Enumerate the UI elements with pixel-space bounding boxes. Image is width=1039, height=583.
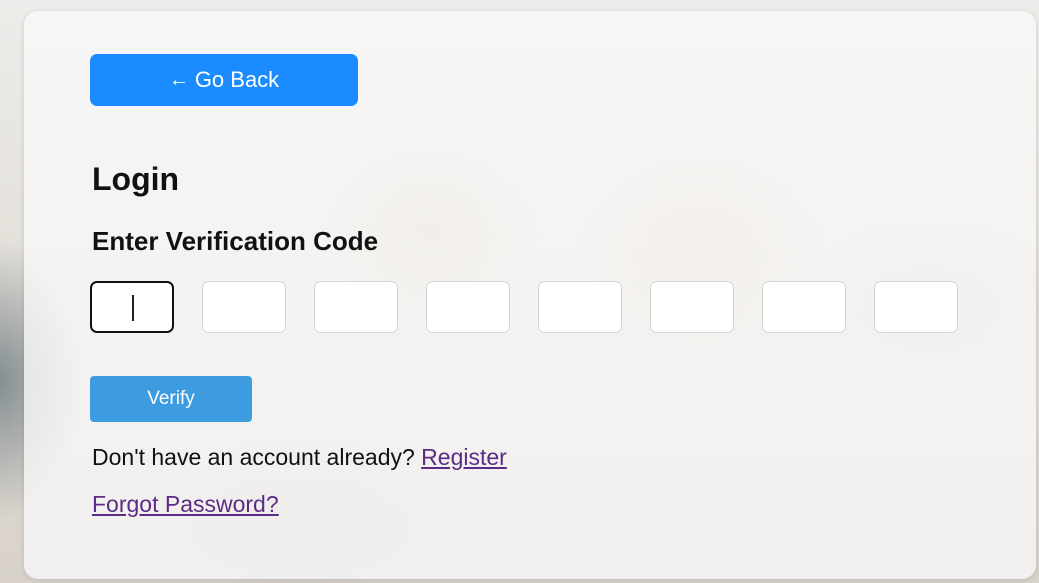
register-prompt: Don't have an account already? Register <box>92 444 507 471</box>
code-digit-input-1[interactable] <box>90 281 174 333</box>
code-digit-input-5[interactable] <box>538 281 622 333</box>
code-digit-input-2[interactable] <box>202 281 286 333</box>
verify-button[interactable]: Verify <box>90 376 252 422</box>
code-digit-input-6[interactable] <box>650 281 734 333</box>
go-back-button[interactable]: ← Go Back <box>90 54 358 106</box>
code-digit-input-3[interactable] <box>314 281 398 333</box>
left-arrow-icon: ← <box>168 69 189 91</box>
forgot-password-link[interactable]: Forgot Password? <box>92 491 279 518</box>
register-prompt-text: Don't have an account already? <box>92 444 415 470</box>
code-digit-input-7[interactable] <box>762 281 846 333</box>
text-caret <box>132 295 134 321</box>
code-digit-input-4[interactable] <box>426 281 510 333</box>
verification-heading: Enter Verification Code <box>92 226 379 256</box>
code-digit-input-8[interactable] <box>874 281 958 333</box>
verification-code-inputs <box>90 281 958 333</box>
page-title: Login <box>92 161 180 197</box>
go-back-label: Go Back <box>194 67 280 92</box>
register-link[interactable]: Register <box>421 444 507 470</box>
login-card: ← Go Back Login Enter Verification Code … <box>24 11 1036 579</box>
